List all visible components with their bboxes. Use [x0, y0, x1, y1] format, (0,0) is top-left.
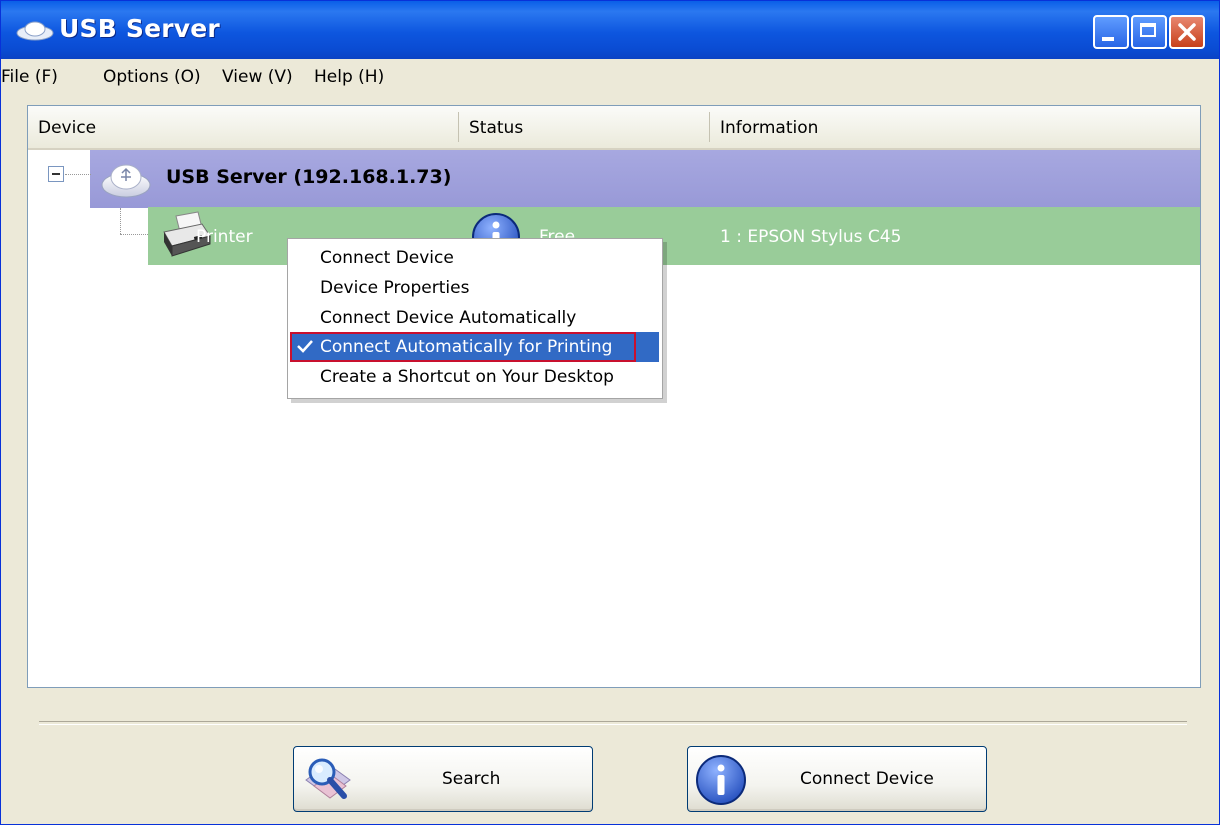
menu-help[interactable]: Help (H): [314, 67, 384, 87]
maximize-icon: [1140, 23, 1156, 37]
context-item-connect-automatically-printing[interactable]: Connect Automatically for Printing: [320, 332, 612, 362]
context-item-create-shortcut[interactable]: Create a Shortcut on Your Desktop: [320, 362, 614, 392]
column-header-information[interactable]: Information: [710, 106, 1200, 148]
menu-view[interactable]: View (V): [222, 67, 293, 87]
menu-options[interactable]: Options (O): [103, 67, 201, 87]
connect-device-button-label: Connect Device: [800, 769, 934, 789]
tree-connector: [120, 234, 148, 235]
separator: [39, 721, 1187, 725]
device-name: Printer: [196, 227, 253, 247]
tree-connector: [65, 174, 91, 175]
maximize-button[interactable]: [1131, 15, 1167, 49]
tree-connector: [120, 208, 121, 234]
connect-device-button[interactable]: Connect Device: [687, 746, 987, 812]
minimize-icon: [1102, 37, 1114, 41]
collapse-toggle-icon[interactable]: [48, 166, 64, 182]
context-item-connect-device[interactable]: Connect Device: [320, 243, 454, 273]
window-title: USB Server: [59, 14, 220, 43]
usb-server-window: USB Server File (F) Options (O) View (V)…: [0, 0, 1220, 825]
context-menu: Connect Device Device Properties Connect…: [287, 238, 663, 399]
menu-file[interactable]: File (F): [1, 67, 58, 87]
info-icon: [696, 755, 746, 805]
server-label: USB Server (192.168.1.73): [166, 166, 452, 188]
list-header: Device Status Information: [28, 106, 1200, 150]
usb-server-icon: [101, 164, 151, 198]
search-button-label: Search: [442, 769, 501, 789]
search-icon: [305, 758, 351, 799]
device-information: 1 : EPSON Stylus C45: [720, 227, 902, 247]
menu-bar: File (F) Options (O) View (V) Help (H): [1, 59, 1219, 97]
minimize-button[interactable]: [1093, 15, 1129, 49]
close-button[interactable]: [1169, 15, 1205, 49]
usb-server-app-icon: [16, 21, 54, 41]
column-header-device[interactable]: Device: [28, 106, 458, 148]
context-item-device-properties[interactable]: Device Properties: [320, 273, 469, 303]
column-header-status[interactable]: Status: [459, 106, 709, 148]
checkmark-icon: [297, 340, 313, 353]
search-button[interactable]: Search: [293, 746, 593, 812]
close-icon: [1178, 23, 1196, 41]
title-bar[interactable]: USB Server: [1, 1, 1219, 59]
context-item-connect-automatically[interactable]: Connect Device Automatically: [320, 303, 576, 333]
